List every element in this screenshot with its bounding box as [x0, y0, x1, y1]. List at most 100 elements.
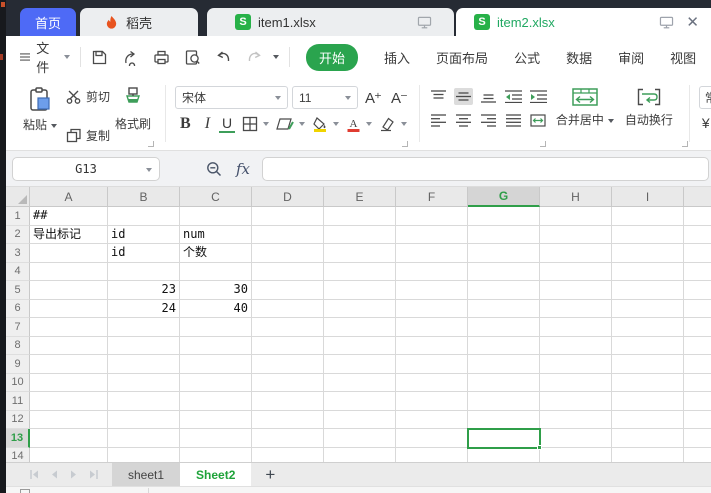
cell-F13[interactable]: [396, 429, 468, 448]
prev-sheet-icon[interactable]: [51, 470, 58, 479]
cell-B14[interactable]: [108, 448, 180, 463]
row-header-13[interactable]: 13: [6, 429, 30, 448]
cell-F14[interactable]: [396, 448, 468, 463]
cell-H4[interactable]: [540, 263, 612, 282]
decrease-indent-button[interactable]: [504, 88, 523, 105]
cell-partial-9[interactable]: [684, 355, 711, 374]
screen-share-icon[interactable]: [417, 16, 432, 29]
cell-G2[interactable]: [468, 226, 540, 245]
cell-G3[interactable]: [468, 244, 540, 263]
row-header-12[interactable]: 12: [6, 411, 30, 430]
cell-A11[interactable]: [30, 392, 108, 411]
cell-I10[interactable]: [612, 374, 684, 393]
cell-A1[interactable]: ##: [30, 207, 108, 226]
insert-function-icon[interactable]: fx: [236, 160, 250, 178]
cell-G9[interactable]: [468, 355, 540, 374]
italic-button[interactable]: I: [199, 115, 216, 133]
ribbon-tab-view[interactable]: 视图: [670, 48, 696, 67]
row-header-2[interactable]: 2: [6, 226, 30, 245]
cell-A9[interactable]: [30, 355, 108, 374]
redo-icon[interactable]: [246, 49, 263, 66]
row-header-10[interactable]: 10: [6, 374, 30, 393]
cell-partial-11[interactable]: [684, 392, 711, 411]
cell-H3[interactable]: [540, 244, 612, 263]
selected-cell-outline[interactable]: [467, 428, 541, 449]
cell-I6[interactable]: [612, 300, 684, 319]
print-icon[interactable]: [153, 49, 170, 66]
cell-H9[interactable]: [540, 355, 612, 374]
cell-B11[interactable]: [108, 392, 180, 411]
zoom-search-icon[interactable]: [206, 161, 222, 177]
cell-H6[interactable]: [540, 300, 612, 319]
cell-B2[interactable]: id: [108, 226, 180, 245]
cell-D14[interactable]: [252, 448, 324, 463]
ribbon-tab-start[interactable]: 开始: [306, 44, 358, 71]
cell-A7[interactable]: [30, 318, 108, 337]
cell-I8[interactable]: [612, 337, 684, 356]
print-preview-icon[interactable]: [184, 49, 201, 66]
align-top-button[interactable]: [429, 88, 448, 105]
group-expander-icon[interactable]: [540, 141, 546, 147]
cell-C14[interactable]: [180, 448, 252, 463]
cell-C2[interactable]: num: [180, 226, 252, 245]
cell-E10[interactable]: [324, 374, 396, 393]
group-expander-icon[interactable]: [682, 141, 688, 147]
cell-H8[interactable]: [540, 337, 612, 356]
cell-C6[interactable]: 40: [180, 300, 252, 319]
cell-F4[interactable]: [396, 263, 468, 282]
cell-G7[interactable]: [468, 318, 540, 337]
cell-D1[interactable]: [252, 207, 324, 226]
cell-B1[interactable]: [108, 207, 180, 226]
cell-D10[interactable]: [252, 374, 324, 393]
sheet-tab-sheet2[interactable]: Sheet2: [180, 463, 251, 486]
cell-E13[interactable]: [324, 429, 396, 448]
cell-partial-12[interactable]: [684, 411, 711, 430]
row-header-1[interactable]: 1: [6, 207, 30, 226]
cell-I1[interactable]: [612, 207, 684, 226]
row-header-6[interactable]: 6: [6, 300, 30, 319]
cell-partial-5[interactable]: [684, 281, 711, 300]
row-header-3[interactable]: 3: [6, 244, 30, 263]
cell-A12[interactable]: [30, 411, 108, 430]
merge-center-button[interactable]: 合并居中: [554, 85, 616, 150]
cell-I4[interactable]: [612, 263, 684, 282]
cell-B7[interactable]: [108, 318, 180, 337]
cell-I7[interactable]: [612, 318, 684, 337]
column-header-E[interactable]: E: [324, 187, 396, 207]
cell-I13[interactable]: [612, 429, 684, 448]
cell-C3[interactable]: 个数: [180, 244, 252, 263]
cell-F7[interactable]: [396, 318, 468, 337]
cell-C10[interactable]: [180, 374, 252, 393]
cell-partial-6[interactable]: [684, 300, 711, 319]
cell-G11[interactable]: [468, 392, 540, 411]
tab-home[interactable]: 首页: [20, 8, 76, 36]
cell-H1[interactable]: [540, 207, 612, 226]
cell-F8[interactable]: [396, 337, 468, 356]
save-icon[interactable]: [91, 49, 108, 66]
cell-D8[interactable]: [252, 337, 324, 356]
sheet-tab-sheet1[interactable]: sheet1: [112, 463, 180, 486]
column-header-G[interactable]: G: [468, 187, 540, 207]
cell-E3[interactable]: [324, 244, 396, 263]
cell-G8[interactable]: [468, 337, 540, 356]
font-size-select[interactable]: 11: [292, 86, 358, 109]
cell-H10[interactable]: [540, 374, 612, 393]
align-center-button[interactable]: [454, 112, 473, 129]
clear-format-button[interactable]: [377, 116, 409, 133]
decrease-font-button[interactable]: A⁻: [388, 89, 410, 107]
cell-F10[interactable]: [396, 374, 468, 393]
group-expander-icon[interactable]: [148, 141, 154, 147]
align-bottom-button[interactable]: [479, 88, 498, 105]
cell-E9[interactable]: [324, 355, 396, 374]
increase-indent-button[interactable]: [529, 88, 548, 105]
export-icon[interactable]: [122, 49, 139, 66]
cell-partial-10[interactable]: [684, 374, 711, 393]
cell-E6[interactable]: [324, 300, 396, 319]
cell-D2[interactable]: [252, 226, 324, 245]
column-header-C[interactable]: C: [180, 187, 252, 207]
cell-B8[interactable]: [108, 337, 180, 356]
cell-I12[interactable]: [612, 411, 684, 430]
cell-D4[interactable]: [252, 263, 324, 282]
font-name-select[interactable]: 宋体: [175, 86, 288, 109]
cell-H14[interactable]: [540, 448, 612, 463]
